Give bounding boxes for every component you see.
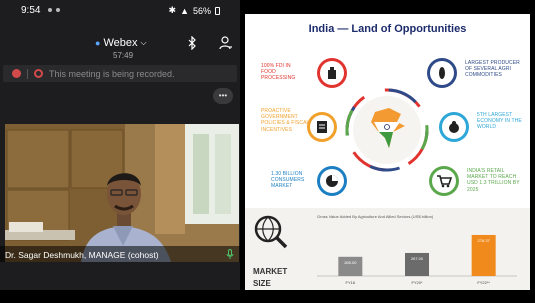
recording-icon xyxy=(12,69,21,78)
bar-value-label-2: 276.37 xyxy=(478,238,491,243)
feature-text-producer: Largest producer of several agri commodi… xyxy=(465,60,520,79)
meeting-title-button[interactable]: ● Webex ⌵ xyxy=(95,37,147,49)
webex-phone-panel: 9:54 ✱ ▲ 56% ● Webex ⌵ 57:49 This meetin… xyxy=(0,0,240,303)
pie-chart-icon xyxy=(317,166,347,196)
feature-text-consumers: 1.30 billion consumers market xyxy=(271,171,305,190)
category-label-1: FY20* xyxy=(411,280,423,285)
chevron-down-icon: ⌵ xyxy=(140,38,147,47)
shield-icon: ● xyxy=(95,38,101,48)
participant-name-bar: Dr. Sagar Deshmukh, MANAGE (cohost) xyxy=(0,246,240,262)
category-label-2: FY22** xyxy=(477,280,490,285)
more-options-button[interactable]: ••• xyxy=(213,88,233,104)
notification-icon xyxy=(48,8,52,12)
recording-notice: This meeting is being recorded. xyxy=(49,68,175,79)
shared-slide: India — Land of Opportunities 100% FDI i… xyxy=(245,14,530,290)
screen: 9:54 ✱ ▲ 56% ● Webex ⌵ 57:49 This meetin… xyxy=(0,0,535,303)
feature-text-policies: Proactive government policies & fiscal i… xyxy=(261,108,310,133)
bluetooth-status-icon: ✱ xyxy=(168,5,177,15)
participant-video xyxy=(5,124,239,262)
status-bar: 9:54 ✱ ▲ 56% xyxy=(0,0,240,20)
video-frame xyxy=(5,124,239,262)
market-size-label: MARKET SIZE xyxy=(253,267,288,288)
feature-text-fdi: 100% FDI in food processing xyxy=(261,63,296,82)
food-processing-icon xyxy=(317,58,347,88)
status-time: 9:54 xyxy=(21,5,41,16)
feature-text-economy: 5th largest economy in the world xyxy=(477,112,522,131)
india-map-graphic xyxy=(345,88,429,172)
document-icon xyxy=(307,112,337,142)
battery-icon xyxy=(215,6,220,15)
notification-icon xyxy=(56,8,60,12)
globe-magnifier-icon xyxy=(254,215,288,249)
battery-percent: 56% xyxy=(192,5,211,16)
participants-icon[interactable] xyxy=(219,36,233,50)
record-status-icon xyxy=(34,69,43,78)
microphone-icon xyxy=(226,249,234,259)
chart-title: Gross Value Added By Agriculture And All… xyxy=(317,214,434,219)
bottom-strip xyxy=(0,290,535,303)
gva-bar-chart: 265.00 FY16 267.00 FY20* 276.37 FY22** xyxy=(317,234,517,285)
participant-name: Dr. Sagar Deshmukh, MANAGE (cohost) xyxy=(5,250,159,260)
signal-icon: ▲ xyxy=(180,5,189,16)
bar-value-label-1: 267.00 xyxy=(411,256,424,261)
meeting-timer: 57:49 xyxy=(113,51,134,60)
status-right: ✱ ▲ 56% xyxy=(169,5,220,16)
category-label-0: FY16 xyxy=(346,280,356,285)
bar-value-label-0: 265.00 xyxy=(344,260,357,265)
bluetooth-icon[interactable] xyxy=(187,36,197,50)
shopping-cart-icon xyxy=(429,166,459,196)
commodities-icon xyxy=(427,58,457,88)
divider xyxy=(27,68,28,79)
market-size-panel: MARKET SIZE Gross Value Added By Agricul… xyxy=(245,208,530,290)
meeting-title: Webex xyxy=(103,37,138,49)
economy-icon xyxy=(439,112,469,142)
webex-header: ● Webex ⌵ 57:49 xyxy=(0,28,240,62)
recording-banner: This meeting is being recorded. xyxy=(3,65,237,82)
slide-title: India — Land of Opportunities xyxy=(308,23,467,35)
feature-text-retail: India's retail market to reach USD 1.3 t… xyxy=(467,168,520,193)
